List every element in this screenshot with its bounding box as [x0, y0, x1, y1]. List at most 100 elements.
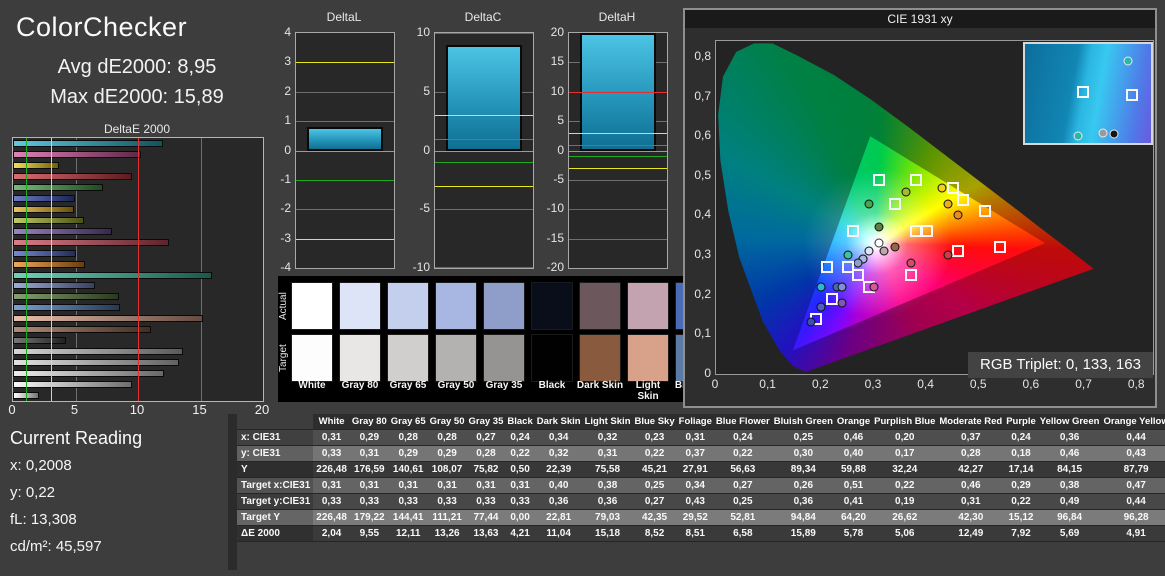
column-header: Gray 80 [349, 414, 389, 430]
cie-target-marker [910, 225, 923, 238]
table-cell: 0,31 [313, 477, 350, 494]
table-cell: 111,21 [427, 509, 467, 526]
cie-target-marker [825, 292, 838, 305]
cie-x-tick: 0,5 [969, 377, 987, 391]
cie-measured-marker [906, 258, 916, 268]
cie-target-marker [904, 268, 917, 281]
table-cell: 8,51 [676, 525, 714, 542]
actual-swatch [291, 282, 333, 330]
de-bar-gray-65 [13, 370, 165, 378]
de-bar-blue-sky [13, 304, 120, 312]
table-cell: 22,39 [534, 461, 583, 478]
table-row: Y 226,48 176,59 140,61 108,07 75,82 0,50 22,39 7… [237, 461, 1165, 478]
table-cell: 0,25 [771, 429, 835, 446]
target-swatch [627, 334, 669, 382]
table-cell: 0,00 [505, 509, 535, 526]
threshold-line [296, 121, 394, 123]
table-cell: 0,28 [466, 445, 506, 462]
measurement-table-wrap: White Gray 80 Gray 65 Gray 50 Gray 35 Black Da… [228, 414, 1165, 574]
table-cell: 15,12 [1004, 509, 1038, 526]
row-label: Target Y [237, 509, 314, 526]
table-row: Target y:CIE31 0,33 0,33 0,33 0,33 0,33 0,33 0,… [237, 493, 1165, 510]
reading-y: y: 0,22 [10, 484, 56, 501]
row-label: Target y:CIE31 [237, 493, 314, 510]
target-swatch [339, 334, 381, 382]
table-cell: 0,41 [834, 493, 873, 510]
de-bar-purplish-blue [13, 249, 77, 257]
table-cell: 0,28 [937, 445, 1005, 462]
de-bar-black [13, 337, 66, 345]
cie-y-tick: 0,4 [694, 207, 711, 222]
table-cell: 0,31 [505, 477, 535, 494]
threshold-line [569, 91, 667, 93]
deltal-y-axis: 4 3 2 1 0 -1 -2 -3 -4 [265, 0, 293, 274]
table-cell: 4,21 [505, 525, 535, 542]
table-cell: 0,36 [1037, 429, 1102, 446]
threshold-line [296, 238, 394, 240]
table-cell: 0,31 [349, 445, 389, 462]
cie-measured-marker [806, 317, 816, 327]
column-header: Yellow Green [1037, 414, 1102, 430]
cie-y-tick: 0,7 [694, 88, 711, 103]
column-header: Dark Skin [534, 414, 583, 430]
inset-measured-marker [1109, 129, 1119, 139]
swatch-row-label: Actual [278, 292, 289, 320]
table-cell: 79,03 [582, 509, 633, 526]
table-cell: 0,40 [534, 477, 583, 494]
actual-swatch [387, 282, 429, 330]
table-cell: 0,49 [1037, 493, 1102, 510]
table-cell: 0,25 [713, 493, 772, 510]
table-cell: 0,27 [713, 477, 772, 494]
de-bar-red [13, 172, 132, 180]
table-cell: 45,21 [632, 461, 677, 478]
cie-measured-marker [864, 199, 874, 209]
table-cell: 0,24 [505, 429, 535, 446]
cie-measured-marker [937, 183, 947, 193]
swatch-label: Light Skin [635, 380, 661, 402]
table-cell: 0,31 [313, 429, 350, 446]
swatch-label: Gray 35 [485, 380, 523, 391]
y-tick-label: 3 [284, 54, 291, 69]
table-cell: 0,29 [388, 445, 428, 462]
de-bar-blue [13, 194, 75, 202]
table-cell: 15,89 [771, 525, 835, 542]
cie-measured-marker [837, 298, 847, 308]
table-cell: 0,32 [534, 445, 583, 462]
inset-measured-marker [1073, 131, 1083, 141]
threshold-line [569, 168, 667, 170]
column-header: Purplish Blue [872, 414, 938, 430]
de-bar-light-skin [13, 315, 203, 323]
x-tick-label: 10 [129, 402, 145, 417]
column-header: Moderate Red [937, 414, 1005, 430]
table-cell: 96,84 [1037, 509, 1102, 526]
cie-target-marker [952, 245, 965, 258]
table-cell: 29,52 [676, 509, 714, 526]
de-bar-cyan [13, 140, 164, 147]
de-bar-orange-yellow [13, 205, 75, 213]
x-tick-label: 0 [8, 402, 16, 417]
table-cell: 0,20 [872, 429, 938, 446]
de-bar-gray-35 [13, 348, 184, 356]
table-cell: 0,33 [313, 445, 350, 462]
table-cell: 0,22 [632, 445, 677, 462]
de-bar-foliage [13, 293, 120, 301]
table-cell: 0,33 [505, 493, 535, 510]
cie-y-tick: 0,8 [694, 48, 711, 63]
table-cell: 0,46 [937, 477, 1005, 494]
cie-x-tick: 0,8 [1127, 377, 1145, 391]
table-row: y: CIE31 0,33 0,31 0,29 0,29 0,28 0,22 0,32 0,31… [237, 445, 1165, 462]
table-cell: 94,84 [771, 509, 835, 526]
inset-measured-marker [1098, 128, 1108, 138]
cie-measured-marker [879, 246, 889, 256]
threshold-line [435, 138, 533, 140]
cie-measured-marker [869, 282, 879, 292]
column-header: Foliage [676, 414, 714, 430]
table-cell: 0,27 [466, 429, 506, 446]
swatch-label: Black [538, 380, 566, 391]
threshold-line [138, 138, 139, 401]
target-swatch [291, 334, 333, 382]
threshold-line [569, 144, 667, 146]
column-header: Blue Flower [713, 414, 772, 430]
zero-line [435, 150, 533, 152]
swatch-label: Gray 65 [389, 380, 427, 391]
